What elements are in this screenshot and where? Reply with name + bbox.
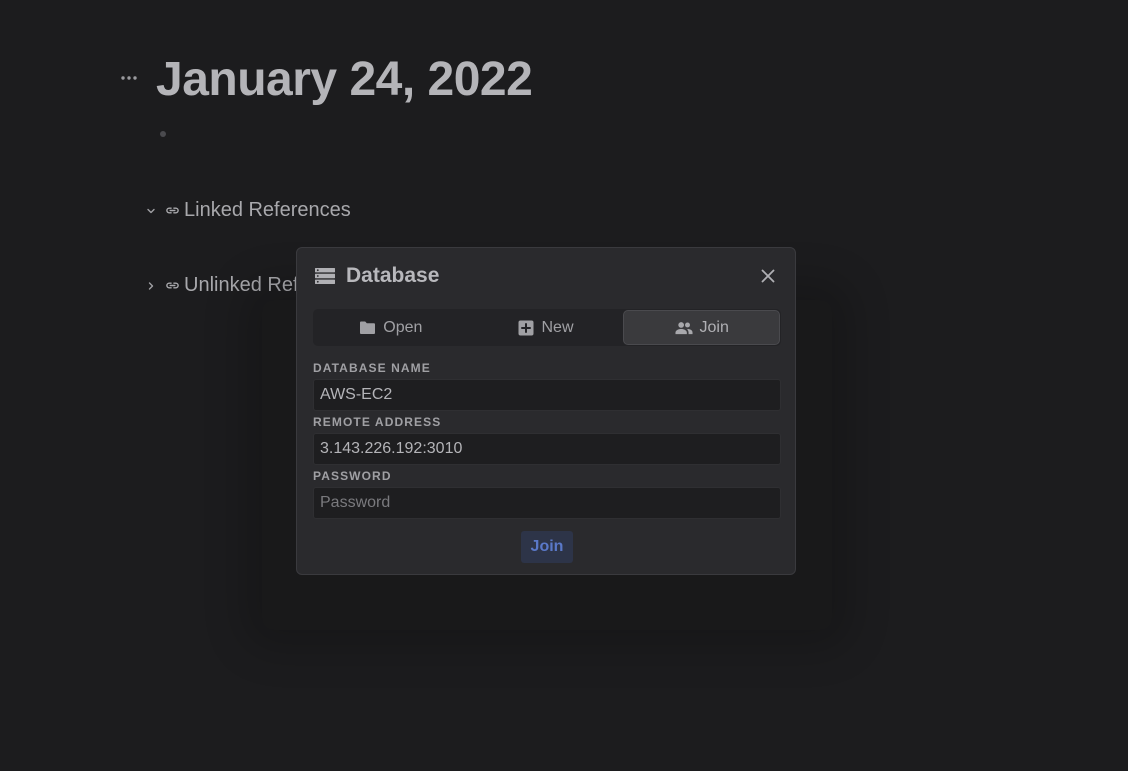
close-icon[interactable]: [759, 267, 777, 285]
modal-header: Database: [314, 264, 439, 288]
join-button[interactable]: Join: [521, 531, 573, 563]
database-name-label: DATABASE NAME: [313, 361, 431, 375]
linked-references-toggle[interactable]: Linked References: [144, 199, 351, 222]
modal-title: Database: [346, 264, 440, 287]
remote-address-label: REMOTE ADDRESS: [313, 415, 442, 429]
folder-icon: [358, 319, 376, 337]
tab-open-label: Open: [383, 318, 423, 336]
empty-block-bullet[interactable]: [160, 131, 166, 137]
tab-open[interactable]: Open: [313, 309, 468, 346]
users-icon: [674, 319, 693, 337]
tab-new-label: New: [541, 318, 574, 336]
database-icon: [314, 265, 336, 287]
remote-address-input[interactable]: [313, 433, 781, 465]
tab-join-label: Join: [699, 318, 729, 336]
page: January 24, 2022 Linked References Unlin…: [0, 0, 1128, 771]
database-modal: Database Open New Join DATABASE NAME AWS…: [296, 247, 796, 575]
page-title[interactable]: January 24, 2022: [156, 50, 533, 110]
chevron-down-icon: [144, 204, 158, 218]
tab-join[interactable]: Join: [623, 310, 781, 345]
password-input[interactable]: [313, 487, 781, 519]
database-name-input[interactable]: [313, 379, 781, 411]
password-label: PASSWORD: [313, 469, 392, 483]
chevron-right-icon: [144, 279, 158, 293]
tab-new[interactable]: New: [468, 309, 623, 346]
page-options-icon[interactable]: [119, 70, 139, 86]
database-mode-tabs: Open New Join: [313, 309, 781, 346]
plus-square-icon: [517, 319, 535, 337]
link-icon: [164, 203, 180, 219]
link-icon: [164, 278, 180, 294]
linked-references-label: Linked References: [184, 199, 351, 221]
